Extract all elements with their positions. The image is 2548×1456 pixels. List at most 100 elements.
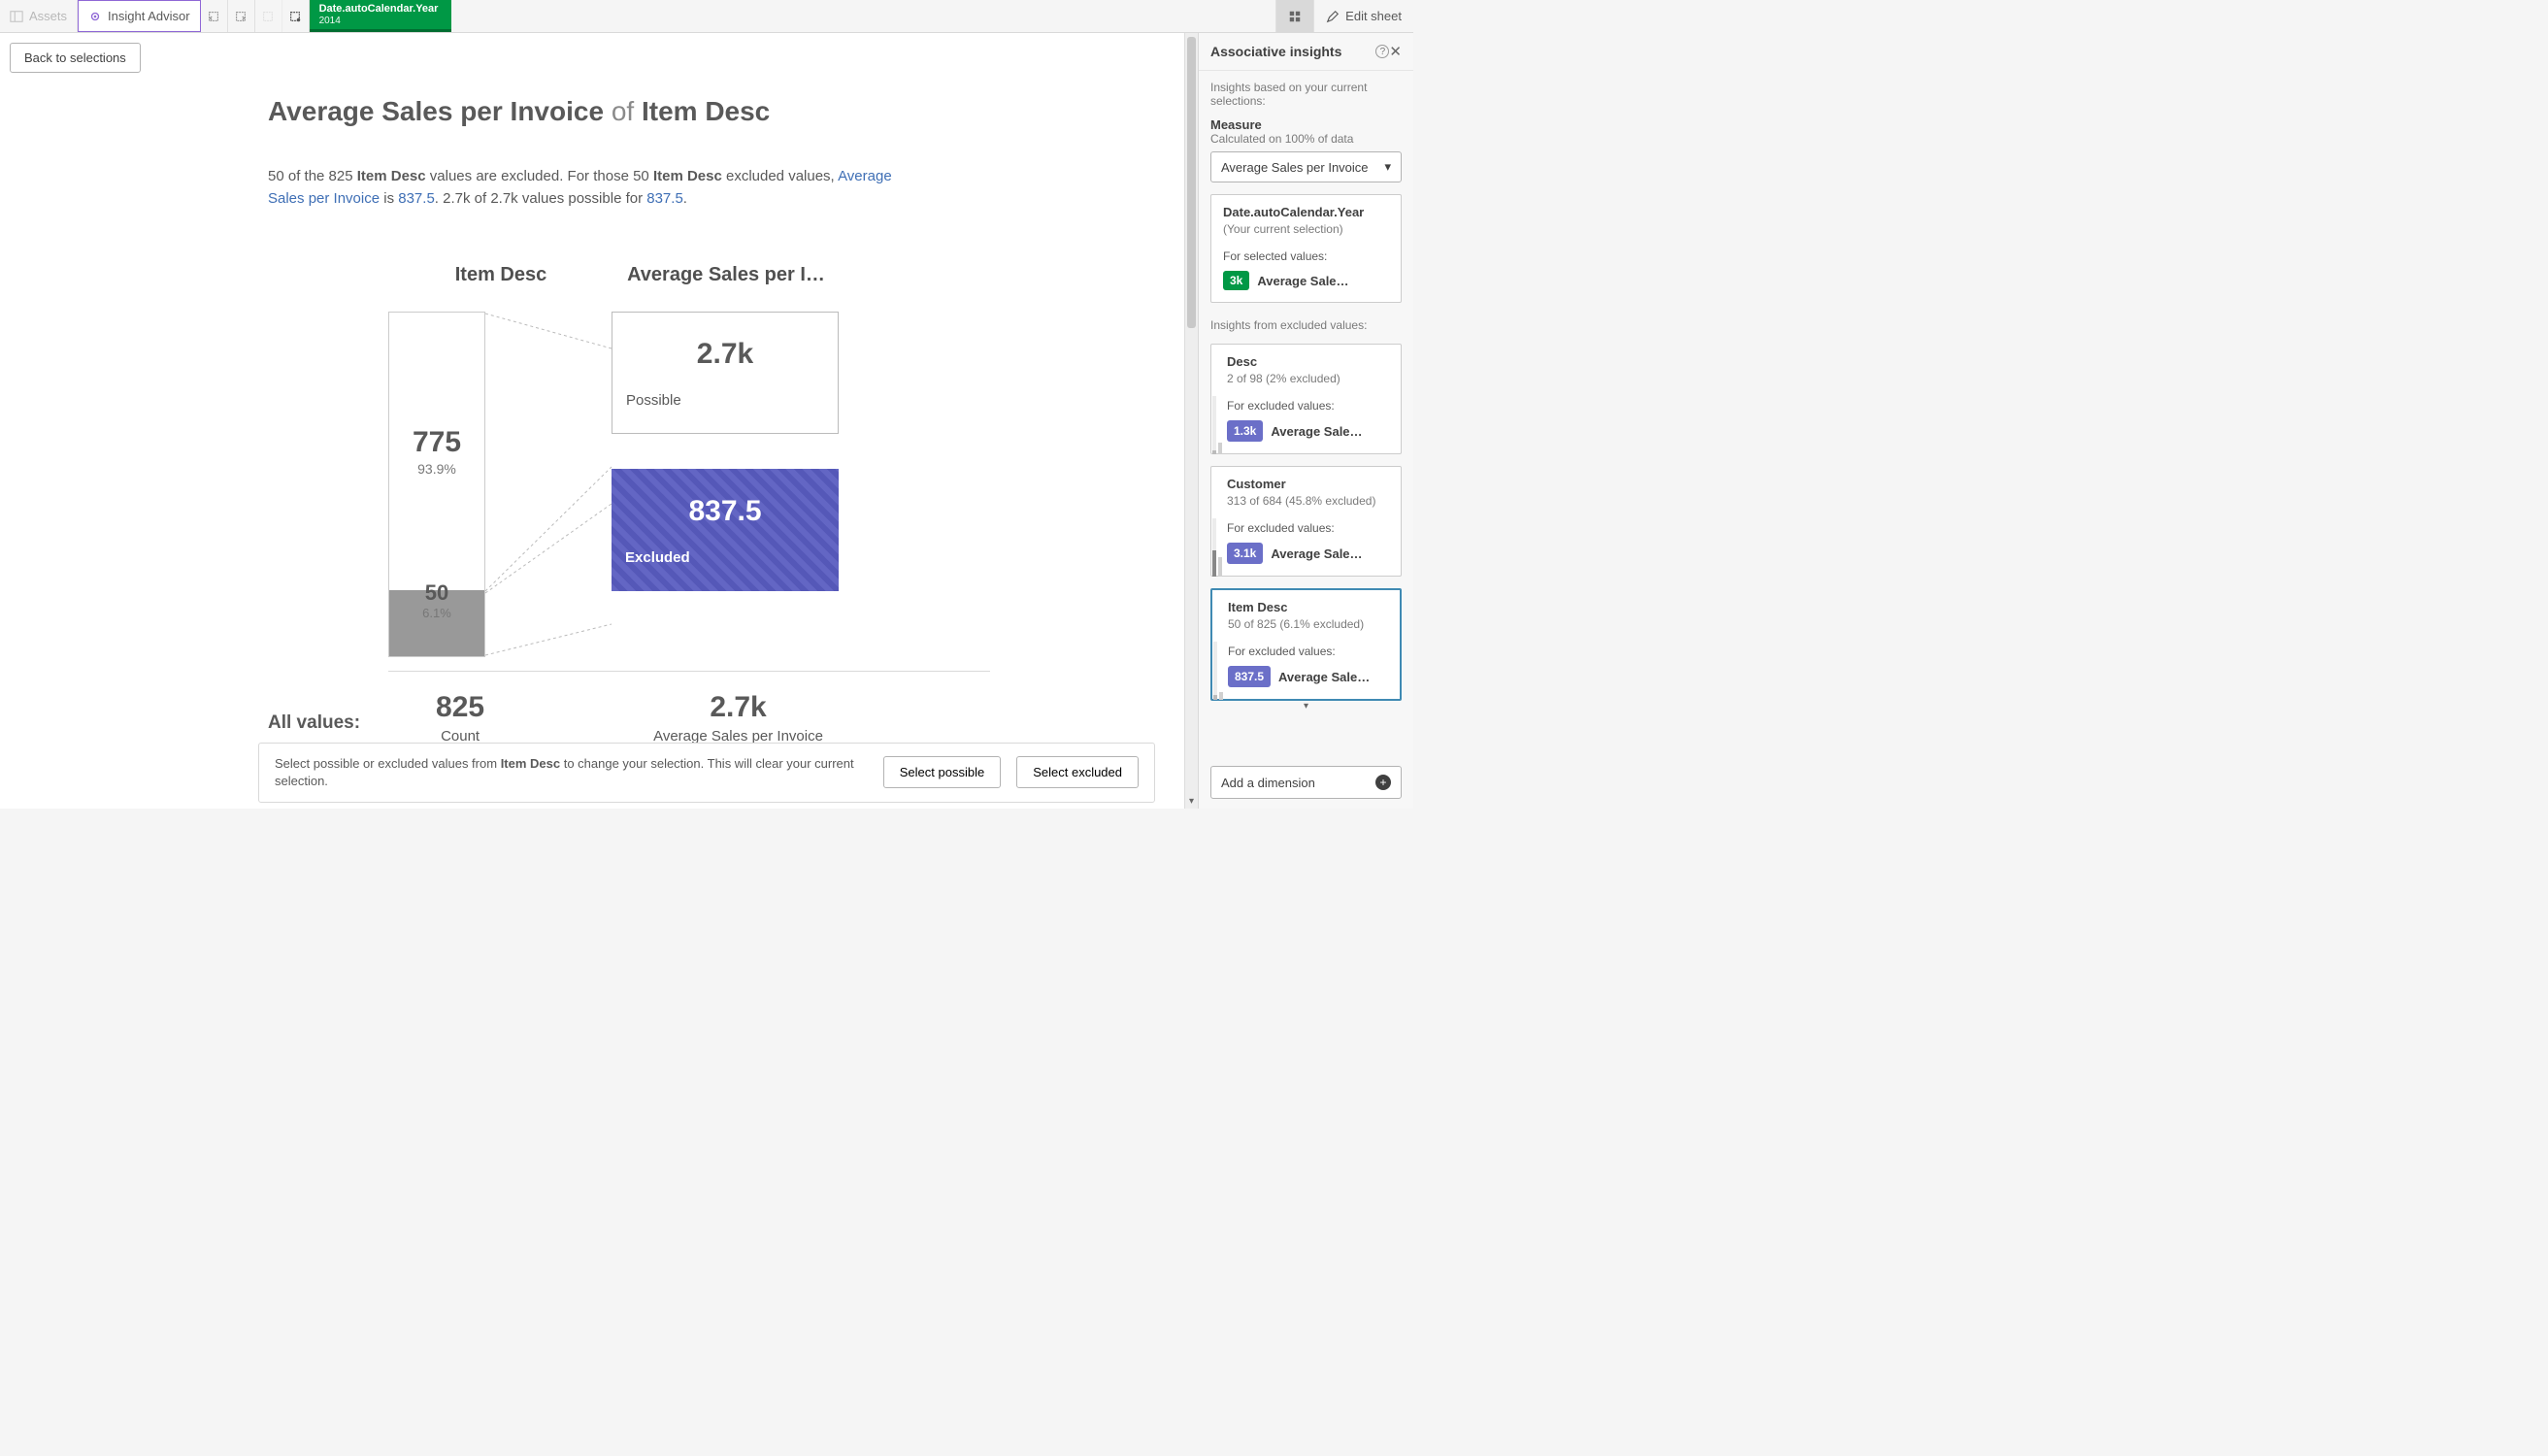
summary-text: . 2.7k of 2.7k values possible for [435,190,646,207]
selections-tool-icon[interactable] [282,0,310,32]
add-dimension-label: Add a dimension [1221,776,1315,790]
associative-insights-panel: Associative insights ? ✕ Insights based … [1198,33,1413,809]
page-title: Average Sales per Invoice of Item Desc [268,96,1107,127]
summary-text: . [683,190,687,207]
included-pct: 93.9% [417,461,456,477]
panel-scroll-down-icon[interactable]: ▾ [1210,701,1402,712]
selection-forward-icon[interactable] [228,0,255,32]
help-icon[interactable]: ? [1375,45,1389,58]
assets-label: Assets [29,9,67,23]
insight-advisor-button[interactable]: Insight Advisor [78,0,201,32]
selection-field-label: Date.autoCalendar.Year [319,3,439,15]
measure-note: Calculated on 100% of data [1210,132,1402,146]
action-text-part: Item Desc [501,756,560,771]
viz-dimension-title: Item Desc [388,264,613,286]
card-subtitle: (Your current selection) [1223,222,1389,236]
insight-icon [88,10,102,23]
chevron-down-icon: ▾ [1384,159,1391,175]
title-dimension: Item Desc [642,96,770,126]
select-possible-button[interactable]: Select possible [883,756,1001,788]
selection-back-icon[interactable] [201,0,228,32]
summary-text: values are excluded. For those 50 [426,168,653,184]
pencil-icon [1326,10,1340,23]
insight-card-customer[interactable]: Customer 313 of 684 (45.8% excluded) For… [1210,466,1402,577]
possible-value: 2.7k [626,338,824,371]
summary-text: excluded values, [722,168,838,184]
card-badge: 3k [1223,271,1249,290]
summary-text: Item Desc [357,168,426,184]
measure-selected: Average Sales per Invoice [1221,160,1369,175]
dimension-bar: 775 93.9% 50 6.1% [388,312,485,657]
action-text: Select possible or excluded values from … [275,755,868,790]
card-title: Customer [1227,477,1389,491]
measure-label: Measure [1210,117,1402,132]
assets-button[interactable]: Assets [0,0,78,32]
scroll-down-icon: ▾ [1185,796,1198,807]
current-selection-card[interactable]: Date.autoCalendar.Year (Your current sel… [1210,194,1402,303]
panel-subtitle: Insights based on your current selection… [1210,81,1402,108]
clear-selections-icon[interactable] [255,0,282,32]
card-for-label: For excluded values: [1228,645,1388,658]
edit-sheet-button[interactable]: Edit sheet [1313,0,1413,32]
top-toolbar: Assets Insight Advisor Date.autoCalendar… [0,0,1413,33]
possible-label: Possible [626,392,824,409]
measure-select[interactable]: Average Sales per Invoice ▾ [1210,151,1402,182]
current-selection-chip[interactable]: Date.autoCalendar.Year 2014 [310,0,452,32]
card-title: Item Desc [1228,600,1388,614]
card-title: Date.autoCalendar.Year [1223,205,1389,219]
card-title: Desc [1227,354,1389,369]
card-measure: Average Sales per … [1271,546,1364,561]
panel-icon [10,10,23,23]
excluded-measure-box: 837.5 Excluded [612,469,839,591]
associative-insights-toggle[interactable] [1275,0,1313,32]
mini-bar-icon [1210,518,1224,577]
back-to-selections-button[interactable]: Back to selections [10,43,141,73]
card-badge: 837.5 [1228,666,1271,687]
scrollbar-thumb[interactable] [1187,37,1196,328]
main-content: Back to selections Average Sales per Inv… [0,33,1184,809]
all-measure-value: 2.7k [653,691,823,724]
card-badge: 1.3k [1227,420,1263,442]
excluded-value: 837.5 [625,495,825,528]
main-scrollbar[interactable]: ▴ ▾ [1184,33,1198,809]
possible-measure-box: 2.7k Possible [612,312,839,434]
summary-text: Item Desc [653,168,722,184]
card-for-label: For selected values: [1223,249,1389,263]
divider [388,671,990,672]
summary-text: 50 of the 825 [268,168,357,184]
excluded-insights-header: Insights from excluded values: [1210,318,1402,332]
close-icon[interactable]: ✕ [1389,43,1402,60]
mini-bar-icon [1210,396,1224,454]
card-subtitle: 313 of 684 (45.8% excluded) [1227,494,1389,508]
insight-summary: 50 of the 825 Item Desc values are exclu… [268,166,909,210]
card-for-label: For excluded values: [1227,399,1389,413]
plus-icon: + [1375,775,1391,790]
excluded-pct: 6.1% [422,606,451,620]
select-excluded-button[interactable]: Select excluded [1016,756,1139,788]
insight-advisor-label: Insight Advisor [108,9,190,23]
card-measure: Average Sales per In… [1257,274,1350,288]
insight-card-item-desc[interactable]: Item Desc 50 of 825 (6.1% excluded) For … [1210,588,1402,701]
selection-value-label: 2014 [319,16,439,26]
summary-link-value2[interactable]: 837.5 [646,190,683,207]
all-count-value: 825 [436,691,484,724]
card-badge: 3.1k [1227,543,1263,564]
grid-icon [1288,10,1302,23]
panel-title: Associative insights [1210,44,1370,59]
excluded-count: 50 [425,580,448,606]
excluded-segment: 50 6.1% [389,590,484,656]
summary-text: is [380,190,398,207]
viz-area: 775 93.9% 50 6.1% [268,312,1107,657]
insight-card-desc[interactable]: Desc 2 of 98 (2% excluded) For excluded … [1210,344,1402,454]
included-count: 775 [413,426,461,459]
add-dimension-button[interactable]: Add a dimension + [1210,766,1402,799]
edit-sheet-label: Edit sheet [1345,9,1402,23]
card-subtitle: 50 of 825 (6.1% excluded) [1228,617,1388,631]
viz-measure-title: Average Sales per I… [613,264,839,286]
summary-link-value[interactable]: 837.5 [398,190,435,207]
selection-action-bar: Select possible or excluded values from … [258,743,1155,803]
connector-lines [485,312,621,661]
excluded-label: Excluded [625,549,825,566]
card-measure: Average Sales pe… [1278,670,1372,684]
title-measure: Average Sales per Invoice [268,96,604,126]
